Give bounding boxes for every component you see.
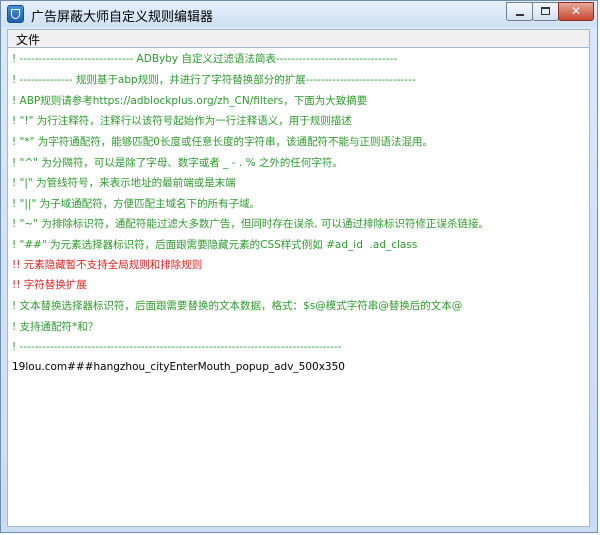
editor-line: ! "##" 为元素选择器标识符，后面跟需要隐藏元素的CSS样式例如 #ad_i… (12, 239, 418, 251)
window-title: 广告屏蔽大师自定义规则编辑器 (31, 10, 214, 25)
minimize-button[interactable] (506, 2, 533, 21)
editor-line: ! "^" 为分隔符，可以是除了字母、数字或者 _ - . % 之外的任何字符。 (12, 157, 343, 169)
editor-line: 19lou.com###hangzhou_cityEnterMouth_popu… (12, 361, 345, 373)
editor-line: ! "!" 为行注释符，注释行以该符号起始作为一行注释语义，用于规则描述 (12, 115, 352, 127)
editor-line: ! "|" 为管线符号，来表示地址的最前端或是末端 (12, 177, 236, 189)
editor-line: ! 支持通配符*和？ (12, 321, 99, 333)
rule-editor-textarea[interactable]: ! ------------------------------ ADByby … (7, 47, 590, 527)
editor-line: ! ABP规则请参考https://adblockplus.org/zh_CN/… (12, 95, 368, 107)
menu-bar: 文件 (7, 29, 590, 47)
close-button[interactable] (558, 2, 594, 21)
editor-line: ! 文本替换选择器标识符，后面跟需要替换的文本数据，格式：$s@模式字符串@替换… (12, 300, 463, 312)
editor-window: 广告屏蔽大师自定义规则编辑器 文件 ! --------------------… (0, 0, 598, 533)
app-shield-icon (7, 5, 24, 23)
editor-line: !! 元素隐藏暂不支持全局规则和排除规则 (12, 259, 203, 271)
maximize-button[interactable] (532, 2, 559, 21)
editor-line: !! 字符替换扩展 (12, 279, 87, 291)
menu-file[interactable]: 文件 (16, 31, 40, 48)
editor-line: ! --------------------------------------… (12, 341, 342, 353)
editor-line: ! -------------- 规则基于abp规则，并进行了字符替换部分的扩展… (12, 74, 416, 86)
editor-line: ! "||" 为子域通配符，方便匹配主域名下的所有子域。 (12, 198, 261, 210)
editor-line: ! "*" 为字符通配符，能够匹配0长度或任意长度的字符串，该通配符不能与正则语… (12, 136, 433, 148)
editor-line: ! "~" 为排除标识符，通配符能过滤大多数广告，但同时存在误杀, 可以通过排除… (12, 218, 490, 230)
editor-line: ! ------------------------------ ADByby … (12, 53, 398, 65)
title-bar[interactable]: 广告屏蔽大师自定义规则编辑器 (1, 1, 597, 27)
